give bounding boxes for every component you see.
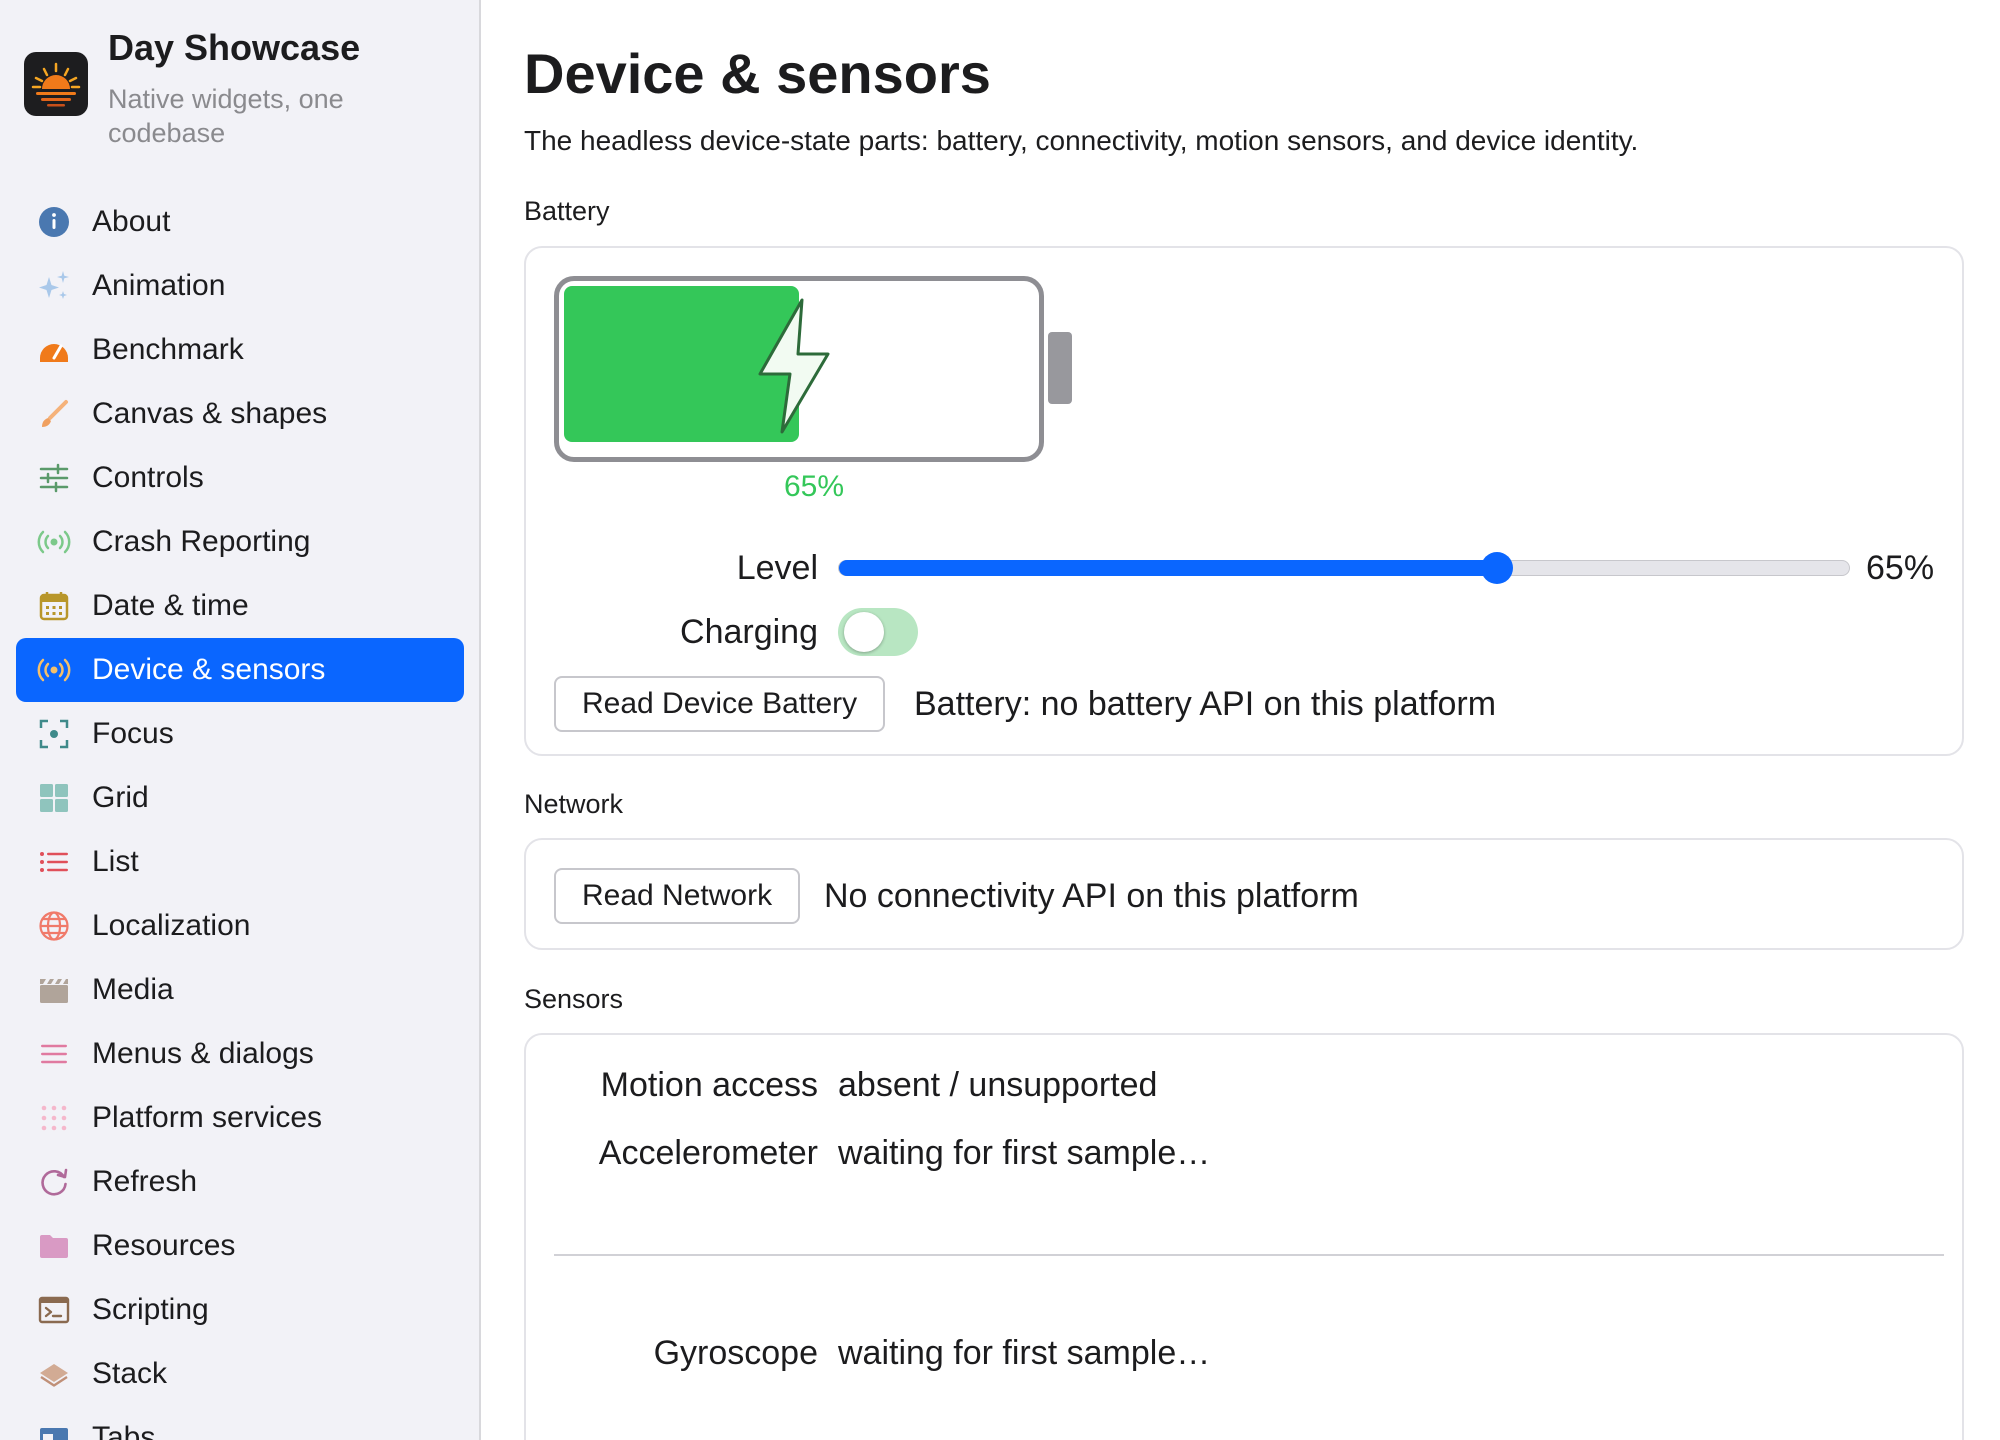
sidebar-item-list[interactable]: List bbox=[16, 830, 464, 894]
sidebar-item-benchmark[interactable]: Benchmark bbox=[16, 318, 464, 382]
page-description: The headless device-state parts: battery… bbox=[524, 125, 1639, 156]
network-status: No connectivity API on this platform bbox=[824, 877, 1359, 915]
sidebar-item-label: Stack bbox=[92, 1357, 168, 1390]
sidebar-item-label: Date & time bbox=[92, 589, 249, 622]
folder-icon bbox=[36, 1228, 72, 1264]
menu-icon bbox=[36, 1036, 72, 1072]
info-icon bbox=[36, 204, 72, 240]
sunrise-icon bbox=[24, 52, 88, 116]
sidebar-item-canvas-shapes[interactable]: Canvas & shapes bbox=[16, 382, 464, 446]
sidebar-item-label: Refresh bbox=[92, 1165, 198, 1198]
sidebar-item-label: Scripting bbox=[92, 1293, 209, 1326]
sidebar-item-scripting[interactable]: Scripting bbox=[16, 1278, 464, 1342]
sidebar-item-label: Focus bbox=[92, 717, 174, 750]
sensors-section-label: Sensors bbox=[524, 984, 624, 1014]
sensors-card: Motion access absent / unsupported Accel… bbox=[524, 1033, 1964, 1440]
terminal-icon bbox=[36, 1292, 72, 1328]
sidebar-item-about[interactable]: About bbox=[16, 190, 464, 254]
page-title: Device & sensors bbox=[524, 42, 991, 105]
sidebar-item-label: List bbox=[92, 845, 139, 878]
sliders-icon bbox=[36, 460, 72, 496]
dots-grid-icon bbox=[36, 1100, 72, 1136]
sidebar-item-animation[interactable]: Animation bbox=[16, 254, 464, 318]
sidebar-item-label: Benchmark bbox=[92, 333, 244, 366]
focus-icon bbox=[36, 716, 72, 752]
read-device-battery-button[interactable]: Read Device Battery bbox=[554, 676, 886, 732]
battery-terminal bbox=[1048, 332, 1072, 404]
stack-icon bbox=[36, 1356, 72, 1392]
sidebar-item-label: Crash Reporting bbox=[92, 525, 311, 558]
sidebar-item-device-sensors[interactable]: Device & sensors bbox=[16, 638, 464, 702]
sidebar-item-crash-reporting[interactable]: Crash Reporting bbox=[16, 510, 464, 574]
sidebar-item-stack[interactable]: Stack bbox=[16, 1342, 464, 1406]
network-section-label: Network bbox=[524, 789, 624, 819]
lightning-bolt-icon bbox=[758, 298, 830, 434]
sidebar-item-label: Media bbox=[92, 973, 174, 1006]
app-window: Day Showcase Native widgets, one codebas… bbox=[0, 0, 2000, 1440]
sidebar-item-tabs[interactable]: Tabs bbox=[16, 1406, 464, 1440]
sensors-divider bbox=[554, 1254, 1944, 1256]
main-content: Device & sensors The headless device-sta… bbox=[481, 0, 2000, 1440]
sidebar-item-label: Menus & dialogs bbox=[92, 1037, 314, 1070]
sidebar-item-label: Localization bbox=[92, 909, 251, 942]
sidebar-item-localization[interactable]: Localization bbox=[16, 894, 464, 958]
sparkles-icon bbox=[36, 268, 72, 304]
calendar-icon bbox=[36, 588, 72, 624]
level-label: Level bbox=[736, 549, 818, 587]
tabs-icon bbox=[36, 1420, 72, 1440]
globe-icon bbox=[36, 908, 72, 944]
sidebar-item-label: Tabs bbox=[92, 1421, 156, 1440]
read-network-button[interactable]: Read Network bbox=[554, 868, 801, 924]
motion-access-label: Motion access bbox=[600, 1066, 818, 1104]
level-slider[interactable] bbox=[838, 552, 1850, 584]
sidebar-item-grid[interactable]: Grid bbox=[16, 766, 464, 830]
battery-section-label: Battery bbox=[524, 196, 610, 226]
list-icon bbox=[36, 844, 72, 880]
refresh-icon bbox=[36, 1164, 72, 1200]
gyroscope-label: Gyroscope bbox=[653, 1334, 818, 1372]
gauge-icon bbox=[36, 332, 72, 368]
motion-access-value: absent / unsupported bbox=[838, 1066, 1158, 1104]
level-slider-thumb[interactable] bbox=[1481, 552, 1513, 584]
battery-card: 65% Level 65% Charging Read Device Batte… bbox=[524, 246, 1964, 756]
network-card: Read Network No connectivity API on this… bbox=[524, 838, 1964, 950]
sidebar-nav: About Animation Benchmark Canvas & shape… bbox=[16, 190, 464, 1440]
sidebar-item-menus-dialogs[interactable]: Menus & dialogs bbox=[16, 1022, 464, 1086]
sidebar-item-media[interactable]: Media bbox=[16, 958, 464, 1022]
sidebar-item-controls[interactable]: Controls bbox=[16, 446, 464, 510]
sidebar-item-label: Controls bbox=[92, 461, 204, 494]
charging-toggle-knob bbox=[844, 612, 884, 652]
broadcast-icon bbox=[36, 524, 72, 560]
sidebar-item-platform-services[interactable]: Platform services bbox=[16, 1086, 464, 1150]
sidebar-item-label: Grid bbox=[92, 781, 149, 814]
app-subtitle: Native widgets, one codebase bbox=[108, 84, 344, 148]
sidebar-item-focus[interactable]: Focus bbox=[16, 702, 464, 766]
grid-icon bbox=[36, 780, 72, 816]
accelerometer-value: waiting for first sample… bbox=[838, 1134, 1211, 1172]
gyroscope-value: waiting for first sample… bbox=[838, 1334, 1211, 1372]
sidebar-item-label: Resources bbox=[92, 1229, 236, 1262]
sidebar-item-resources[interactable]: Resources bbox=[16, 1214, 464, 1278]
sidebar-item-label: Animation bbox=[92, 269, 226, 302]
sidebar: Day Showcase Native widgets, one codebas… bbox=[0, 0, 481, 1440]
accelerometer-label: Accelerometer bbox=[598, 1134, 818, 1172]
sidebar-item-label: Platform services bbox=[92, 1101, 323, 1134]
clapperboard-icon bbox=[36, 972, 72, 1008]
sidebar-item-date-time[interactable]: Date & time bbox=[16, 574, 464, 638]
sidebar-item-label: Device & sensors bbox=[92, 653, 326, 686]
app-header: Day Showcase Native widgets, one codebas… bbox=[24, 28, 408, 150]
battery-status: Battery: no battery API on this platform bbox=[914, 685, 1497, 723]
broadcast-icon bbox=[36, 652, 72, 688]
sidebar-item-label: About bbox=[92, 205, 171, 238]
paintbrush-icon bbox=[36, 396, 72, 432]
level-value: 65% bbox=[1866, 549, 1935, 587]
charging-label: Charging bbox=[680, 613, 818, 651]
sidebar-item-label: Canvas & shapes bbox=[92, 397, 328, 430]
level-slider-fill bbox=[839, 560, 1497, 576]
battery-percent-label: 65% bbox=[783, 470, 845, 503]
charging-toggle[interactable] bbox=[838, 608, 918, 656]
sidebar-item-refresh[interactable]: Refresh bbox=[16, 1150, 464, 1214]
app-title: Day Showcase bbox=[108, 27, 361, 68]
